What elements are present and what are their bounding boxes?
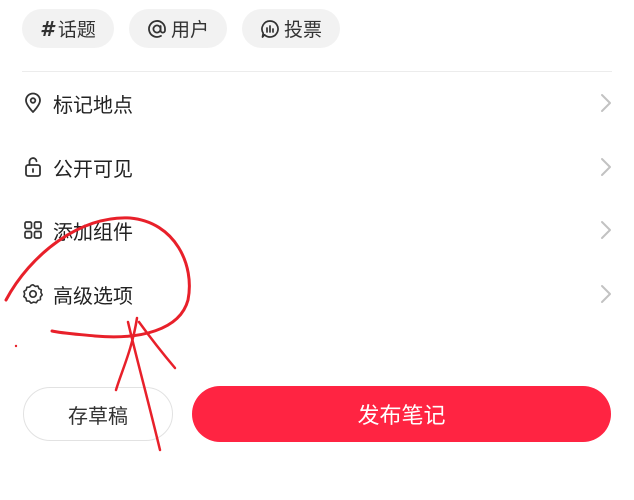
grid-icon [22,219,44,241]
option-row-visibility[interactable]: 公开可见 [22,147,614,187]
publish-note-button[interactable]: 发布笔记 [192,386,611,442]
option-row-advanced[interactable]: 高级选项 [22,274,614,314]
unlocked-icon [22,156,44,178]
option-label: 公开可见 [53,156,133,181]
user-chip-label: 用户 [170,19,209,41]
location-pin-icon [22,92,44,114]
chevron-right-icon [598,155,614,179]
user-chip[interactable]: 用户 [128,9,227,48]
hash-icon: # [40,16,54,41]
poll-chip-label: 投票 [283,19,322,41]
topic-chip-label: 话题 [57,19,96,41]
divider [22,71,612,72]
gear-icon [22,283,44,305]
chevron-right-icon [598,218,614,242]
option-row-location[interactable]: 标记地点 [22,83,614,123]
at-icon [147,19,167,39]
option-label: 高级选项 [53,283,133,308]
insert-chip-row: # 话题 用户 投票 [22,9,340,48]
poll-chip[interactable]: 投票 [241,9,340,48]
topic-chip[interactable]: # 话题 [22,9,114,48]
option-label: 标记地点 [53,92,133,117]
publish-settings-panel: # 话题 用户 投票 标记地点 公开可见 添加组件 高级选项 存草稿 发布笔记 [0,0,634,500]
option-row-widgets[interactable]: 添加组件 [22,210,614,250]
option-label: 添加组件 [53,219,133,244]
chevron-right-icon [598,91,614,115]
poll-icon [260,19,280,39]
chevron-right-icon [598,282,614,306]
save-draft-button[interactable]: 存草稿 [23,387,173,441]
